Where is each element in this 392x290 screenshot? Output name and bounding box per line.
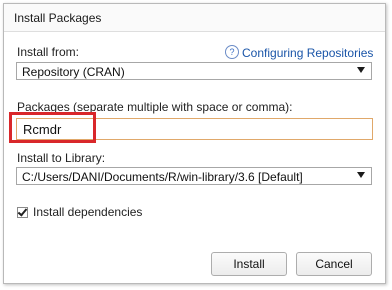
install-from-select[interactable]: Repository (CRAN) xyxy=(16,62,372,80)
install-packages-dialog: Install Packages Install from: ? Configu… xyxy=(3,3,386,284)
packages-input[interactable] xyxy=(16,118,373,140)
library-select[interactable]: C:/Users/DANI/Documents/R/win-library/3.… xyxy=(16,167,372,185)
install-dependencies-label[interactable]: Install dependencies xyxy=(33,205,142,219)
install-from-label: Install from: xyxy=(17,45,80,59)
checkmark-icon xyxy=(17,206,28,217)
question-circle-icon[interactable]: ? xyxy=(225,45,239,59)
dialog-title: Install Packages xyxy=(14,11,102,25)
title-bar: Install Packages xyxy=(4,4,385,32)
install-button[interactable]: Install xyxy=(211,252,287,276)
library-value: C:/Users/DANI/Documents/R/win-library/3.… xyxy=(22,170,303,184)
chevron-down-icon xyxy=(357,172,365,178)
packages-label: Packages (separate multiple with space o… xyxy=(17,100,293,114)
install-dependencies-checkbox[interactable] xyxy=(17,206,28,218)
cancel-button[interactable]: Cancel xyxy=(296,252,372,276)
configuring-repositories-link[interactable]: Configuring Repositories xyxy=(242,46,373,60)
chevron-down-icon xyxy=(357,67,365,73)
install-from-value: Repository (CRAN) xyxy=(22,65,125,79)
library-label: Install to Library: xyxy=(17,151,106,165)
